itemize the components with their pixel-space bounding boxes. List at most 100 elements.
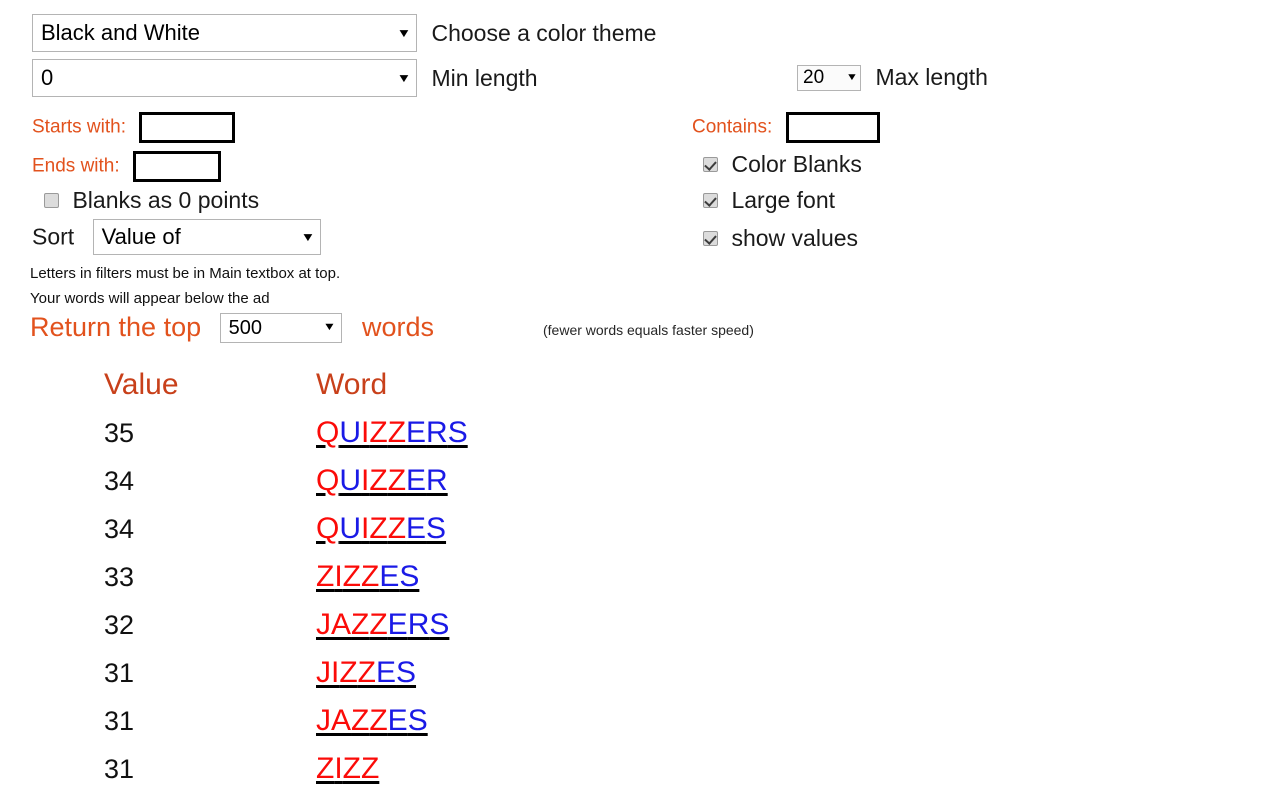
return-top-suffix: words: [362, 312, 435, 342]
results-header-word: Word: [316, 368, 388, 401]
chevron-down-icon: ▼: [396, 71, 412, 85]
word-link[interactable]: QUIZZER: [316, 464, 448, 498]
word-letter: Z: [361, 560, 380, 593]
color-blanks-checkbox[interactable]: [703, 157, 718, 172]
word-value: 32: [104, 610, 135, 640]
word-letter: S: [429, 608, 450, 641]
word-letter: S: [399, 560, 420, 593]
word-letter: E: [379, 560, 400, 593]
word-letter: S: [447, 416, 468, 449]
return-top-row: Return the top 500 ▼ words: [30, 312, 434, 343]
word-letter: Z: [351, 608, 370, 641]
table-row: 31 JAZZES: [104, 704, 468, 752]
word-value: 34: [104, 466, 135, 496]
word-letter: Z: [342, 560, 361, 593]
word-letter: Z: [369, 704, 388, 737]
table-row: 35 QUIZZERS: [104, 416, 468, 464]
filter-note-line-1: Letters in filters must be in Main textb…: [30, 265, 341, 282]
results-body: 35 QUIZZERS 34 QUIZZER 34 QUIZZES 33 ZIZZES 32 JA…: [104, 416, 468, 800]
chevron-down-icon: ▼: [396, 26, 412, 40]
word-link[interactable]: QUIZZERS: [316, 416, 468, 450]
word-link[interactable]: ZIZZES: [316, 560, 419, 594]
word-letter: R: [407, 608, 430, 641]
word-letter: J: [316, 704, 331, 737]
show-values-checkbox[interactable]: [703, 231, 718, 246]
sort-label: Sort: [32, 223, 75, 250]
filter-note-line-2: Your words will appear below the ad: [30, 290, 270, 307]
word-letter: Z: [369, 464, 388, 497]
return-top-value: 500: [228, 316, 262, 339]
large-font-row[interactable]: Large font: [703, 187, 835, 214]
word-letter: Z: [387, 416, 407, 449]
ends-with-input[interactable]: [133, 151, 222, 182]
word-link[interactable]: JIZZES: [316, 656, 416, 690]
results-header-row: Value Word: [104, 368, 468, 416]
sort-select[interactable]: Value of ▼: [92, 219, 321, 255]
starts-with-label: Starts with:: [32, 116, 126, 138]
min-length-row: 0 ▼ Min length: [32, 59, 538, 97]
word-link[interactable]: JAZZES: [316, 704, 428, 738]
word-letter: Q: [316, 512, 340, 545]
contains-input[interactable]: [785, 112, 880, 143]
word-letter: S: [396, 656, 417, 689]
word-letter: Z: [339, 656, 358, 689]
word-letter: E: [406, 512, 427, 545]
blanks-as-zero-label: Blanks as 0 points: [72, 187, 260, 213]
color-theme-select[interactable]: Black and White ▼: [32, 14, 417, 52]
max-length-select[interactable]: 20 ▼: [797, 64, 861, 91]
word-letter: S: [407, 704, 428, 737]
word-value: 31: [104, 658, 135, 688]
ends-with-label: Ends with:: [32, 155, 120, 177]
blanks-as-zero-row[interactable]: Blanks as 0 points: [44, 187, 259, 214]
word-letter: R: [426, 416, 448, 449]
word-letter: Z: [316, 560, 335, 593]
word-letter: I: [334, 560, 343, 593]
max-length-row: 20 ▼ Max length: [797, 64, 988, 91]
return-top-hint: (fewer words equals faster speed): [543, 322, 754, 338]
word-letter: Z: [316, 752, 335, 785]
sort-row: Sort Value of ▼: [32, 219, 321, 255]
color-blanks-label: Color Blanks: [731, 151, 862, 177]
show-values-row[interactable]: show values: [703, 225, 858, 252]
word-letter: R: [426, 464, 448, 497]
large-font-checkbox[interactable]: [703, 193, 718, 208]
starts-with-input[interactable]: [139, 112, 236, 143]
word-letter: J: [316, 656, 331, 689]
word-letter: Z: [387, 512, 407, 545]
blanks-as-zero-checkbox[interactable]: [44, 193, 59, 208]
show-values-label: show values: [731, 225, 859, 251]
min-length-value: 0: [41, 65, 54, 90]
word-letter: J: [316, 608, 331, 641]
return-top-select[interactable]: 500 ▼: [219, 312, 342, 343]
word-letter: Z: [342, 752, 361, 785]
word-letter: Q: [316, 464, 340, 497]
word-letter: Z: [361, 752, 380, 785]
word-letter: A: [331, 704, 352, 737]
min-length-label: Min length: [431, 64, 538, 91]
color-blanks-row[interactable]: Color Blanks: [703, 151, 862, 178]
contains-row: Contains:: [692, 112, 880, 143]
table-row: 31 JIZZES: [104, 656, 468, 704]
word-letter: S: [426, 512, 447, 545]
word-value: 31: [104, 754, 135, 784]
word-letter: E: [387, 704, 408, 737]
word-link[interactable]: ZIZZ: [316, 752, 379, 786]
word-link[interactable]: JAZZERS: [316, 608, 449, 642]
word-letter: Q: [316, 416, 340, 449]
word-value: 31: [104, 706, 135, 736]
word-letter: Z: [369, 416, 388, 449]
min-length-select[interactable]: 0 ▼: [32, 59, 417, 97]
word-letter: Z: [351, 704, 370, 737]
chevron-down-icon: ▼: [300, 230, 316, 244]
color-theme-label: Choose a color theme: [431, 19, 657, 46]
ends-with-row: Ends with:: [32, 151, 222, 182]
word-link[interactable]: QUIZZES: [316, 512, 446, 546]
theme-row: Black and White ▼ Choose a color theme: [32, 14, 656, 52]
word-letter: E: [376, 656, 397, 689]
word-letter: Z: [357, 656, 376, 689]
word-letter: E: [387, 608, 408, 641]
chevron-down-icon: ▼: [845, 71, 859, 83]
word-letter: A: [331, 608, 352, 641]
word-value: 34: [104, 514, 135, 544]
table-row: 31 ZIZZ: [104, 752, 468, 800]
